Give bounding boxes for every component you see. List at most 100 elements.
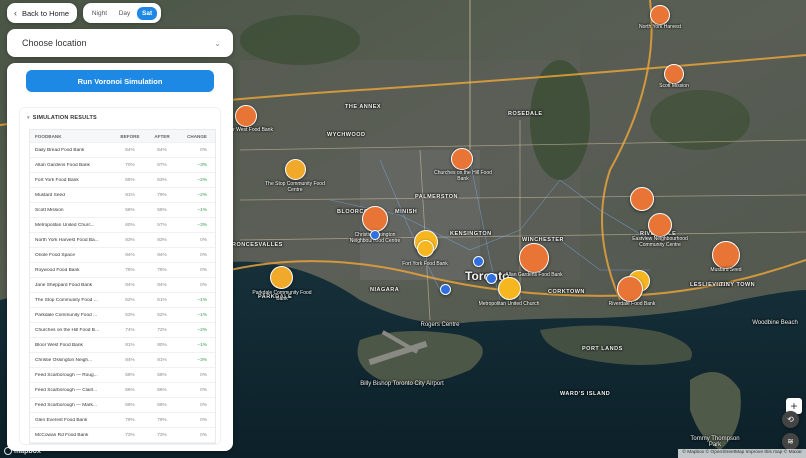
foodbank-marker[interactable] bbox=[285, 159, 306, 180]
before-cell: 60% bbox=[125, 222, 135, 228]
foodbank-marker[interactable] bbox=[451, 148, 473, 170]
map-style-toggle[interactable]: Night Day Sat bbox=[83, 3, 161, 23]
map-attribution[interactable]: © Mapbox © OpenStreetMap Improve this ma… bbox=[678, 449, 806, 458]
foodbank-label: The Stop Community Food Centre bbox=[265, 181, 325, 193]
after-cell: 72% bbox=[157, 327, 167, 333]
change-cell: 0% bbox=[200, 402, 207, 408]
table-row[interactable]: Allan Gardens Food Bank 70% 67% −3% bbox=[30, 158, 215, 173]
district-label: ROSEDALE bbox=[508, 111, 543, 117]
table-row[interactable]: Oriole Food Space 84% 84% 0% bbox=[30, 248, 215, 263]
candidate-site-dot[interactable] bbox=[486, 273, 497, 284]
table-row[interactable]: Parkdale Community Food ... 53% 52% −1% bbox=[30, 308, 215, 323]
foodbank-label: Eastview Neighbourhood Community Centre bbox=[632, 236, 688, 248]
after-cell: 68% bbox=[157, 402, 167, 408]
after-cell: 58% bbox=[157, 372, 167, 378]
place-label: Billy Bishop Toronto City Airport bbox=[360, 381, 444, 387]
foodbank-name-cell: Parkdale Community Food ... bbox=[35, 312, 98, 318]
foodbank-marker[interactable] bbox=[664, 64, 684, 84]
table-row[interactable]: Bloor West Food Bank 81% 80% −1% bbox=[30, 338, 215, 353]
table-row[interactable]: North York Harvest Food Ba... 83% 83% 0% bbox=[30, 233, 215, 248]
after-cell: 54% bbox=[157, 147, 167, 153]
foodbank-label: Parkdale Community Food Bank bbox=[252, 290, 312, 302]
chevron-down-icon: ⌄ bbox=[214, 38, 221, 48]
table-row[interactable]: Christie Ossington Neigh... 84% 81% −3% bbox=[30, 353, 215, 368]
change-cell: −1% bbox=[197, 342, 207, 348]
candidate-site-dot[interactable] bbox=[370, 230, 380, 240]
before-cell: 74% bbox=[125, 327, 135, 333]
after-cell: 81% bbox=[157, 357, 167, 363]
run-simulation-button[interactable]: Run Voronoi Simulation bbox=[26, 70, 214, 92]
place-label: Woodbine Beach bbox=[752, 320, 798, 326]
results-header[interactable]: ▾ SIMULATION RESULTS bbox=[27, 115, 97, 121]
after-cell: 79% bbox=[157, 417, 167, 423]
before-cell: 84% bbox=[125, 282, 135, 288]
after-cell: 55% bbox=[157, 207, 167, 213]
change-cell: −2% bbox=[197, 192, 207, 198]
table-row[interactable]: Daily Bread Food Bank 54% 54% 0% bbox=[30, 143, 215, 158]
rotate-icon: ⟲ bbox=[787, 415, 794, 424]
table-row[interactable]: Feed Scarborough — Mark... 68% 68% 0% bbox=[30, 398, 215, 413]
change-cell: 0% bbox=[200, 147, 207, 153]
layers-button[interactable]: ≋ bbox=[782, 433, 799, 450]
simulation-results-card: ▾ SIMULATION RESULTS FOODBANK BEFORE AFT… bbox=[19, 107, 221, 445]
foodbank-name-cell: Fort York Food Bank bbox=[35, 177, 79, 183]
change-cell: 0% bbox=[200, 372, 207, 378]
back-button[interactable]: ‹ Back to Home bbox=[7, 3, 77, 23]
mode-option-day[interactable]: Day bbox=[114, 7, 136, 20]
table-row[interactable]: Churches on the Hill Food B... 74% 72% −2% bbox=[30, 323, 215, 338]
foodbank-marker[interactable] bbox=[617, 276, 643, 302]
foodbank-marker[interactable] bbox=[235, 105, 257, 127]
foodbank-marker[interactable] bbox=[362, 206, 388, 232]
column-header[interactable]: FOODBANK bbox=[30, 134, 116, 139]
before-cell: 73% bbox=[125, 432, 135, 438]
mode-option-sat[interactable]: Sat bbox=[137, 6, 158, 20]
foodbank-name-cell: Christie Ossington Neigh... bbox=[35, 357, 93, 363]
table-row[interactable]: Feed Scarborough — Roug... 58% 58% 0% bbox=[30, 368, 215, 383]
candidate-site-dot[interactable] bbox=[473, 256, 484, 267]
change-cell: −1% bbox=[197, 207, 207, 213]
location-select[interactable]: Choose location ⌄ bbox=[7, 29, 233, 57]
foodbank-name-cell: Feed Scarborough — Clairl... bbox=[35, 387, 98, 393]
table-row[interactable]: The Stop Community Food ... 62% 61% −1% bbox=[30, 293, 215, 308]
column-header[interactable]: BEFORE bbox=[116, 134, 144, 139]
table-row[interactable]: Metropolitan United Churc... 60% 57% −3% bbox=[30, 218, 215, 233]
change-cell: 0% bbox=[200, 417, 207, 423]
before-cell: 58% bbox=[125, 372, 135, 378]
before-cell: 56% bbox=[125, 207, 135, 213]
candidate-site-dot[interactable] bbox=[440, 284, 451, 295]
foodbank-marker[interactable] bbox=[712, 241, 740, 269]
after-cell: 57% bbox=[157, 222, 167, 228]
foodbank-label: Churches on the Hill Food Bank bbox=[434, 170, 492, 182]
rotate-button[interactable]: ⟲ bbox=[782, 411, 799, 428]
table-row[interactable]: Scott Mission 56% 55% −1% bbox=[30, 203, 215, 218]
table-row[interactable]: Mustard Seed 81% 79% −2% bbox=[30, 188, 215, 203]
mapbox-logo[interactable]: mapbox bbox=[4, 447, 41, 455]
foodbank-marker[interactable] bbox=[650, 5, 670, 25]
foodbank-marker[interactable] bbox=[270, 266, 293, 289]
mode-option-night[interactable]: Night bbox=[87, 7, 112, 20]
change-cell: 0% bbox=[200, 237, 207, 243]
chevron-down-icon: ▾ bbox=[27, 115, 30, 121]
foodbank-marker[interactable] bbox=[630, 187, 654, 211]
table-row[interactable]: Feed Scarborough — Clairl... 56% 56% 0% bbox=[30, 383, 215, 398]
after-cell: 84% bbox=[157, 252, 167, 258]
table-row[interactable]: McCowan Rd Food Bank 73% 73% 0% bbox=[30, 428, 215, 443]
foodbank-label: Fort York Food Bank bbox=[402, 261, 448, 267]
after-cell: 80% bbox=[157, 342, 167, 348]
foodbank-name-cell: Mustard Seed bbox=[35, 192, 65, 198]
foodbank-marker[interactable] bbox=[648, 213, 672, 237]
foodbank-label: Metropolitan United Church bbox=[478, 301, 540, 307]
foodbank-name-cell: McCowan Rd Food Bank bbox=[35, 432, 89, 438]
foodbank-marker[interactable] bbox=[498, 277, 521, 300]
table-row[interactable]: Roywood Food Bank 75% 75% 0% bbox=[30, 263, 215, 278]
foodbank-name-cell: Churches on the Hill Food B... bbox=[35, 327, 99, 333]
table-row[interactable]: Jane Sheppard Food Bank 84% 84% 0% bbox=[30, 278, 215, 293]
results-title: SIMULATION RESULTS bbox=[32, 115, 97, 121]
column-header[interactable]: CHANGE bbox=[180, 134, 213, 139]
chevron-left-icon: ‹ bbox=[14, 8, 17, 18]
table-row[interactable]: Fort York Food Bank 65% 63% −2% bbox=[30, 173, 215, 188]
table-row[interactable]: Glen Everest Food Bank 79% 79% 0% bbox=[30, 413, 215, 428]
foodbank-marker[interactable] bbox=[519, 243, 549, 273]
foodbank-marker[interactable] bbox=[417, 240, 434, 257]
column-header[interactable]: AFTER bbox=[144, 134, 180, 139]
